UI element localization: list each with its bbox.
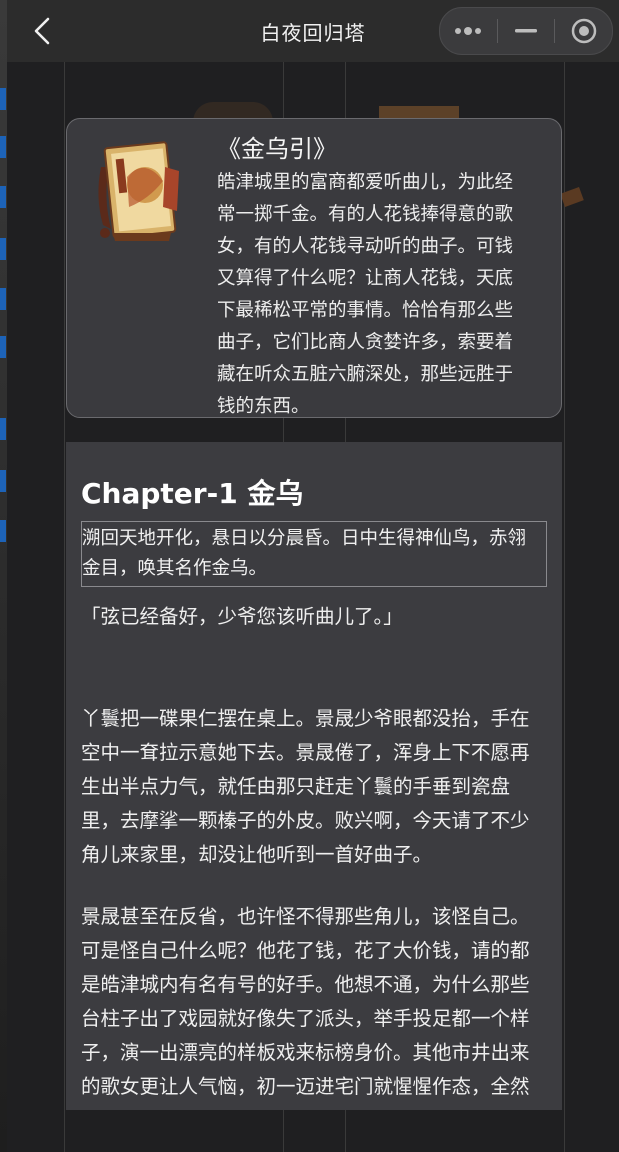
paragraph: 「弦已经备好，少爷您该听曲儿了。」: [81, 605, 403, 628]
window-controls: [439, 7, 613, 55]
book-cover-icon: [98, 141, 179, 241]
more-button[interactable]: [440, 8, 497, 54]
minimize-icon: [515, 29, 537, 33]
paragraph: 丫鬟把一碟果仁摆在桌上。景晟少爷眼都没抬，手在空中一耷拉示意她下去。景晟倦了，浑…: [81, 707, 530, 866]
title-bar: 白夜回归塔: [7, 0, 619, 62]
chapter-epigraph: 溯回天地开化，悬日以分晨昏。日中生得神仙鸟，赤翎金目，唤其名作金乌。: [81, 521, 547, 587]
page-content[interactable]: 《金乌引》 皓津城里的富商都爱听曲儿，为此经常一掷千金。有的人花钱捧得意的歌女，…: [7, 62, 619, 1152]
chapter-article: Chapter-1 金乌 溯回天地开化，悬日以分晨昏。日中生得神仙鸟，赤翎金目，…: [66, 442, 562, 1110]
close-button[interactable]: [555, 8, 612, 54]
book-title: 《金乌引》: [217, 135, 337, 163]
back-button[interactable]: [25, 14, 59, 48]
desktop-edge-strip: [0, 0, 7, 1152]
book-description: 皓津城里的富商都爱听曲儿，为此经常一掷千金。有的人花钱捧得意的歌女，有的人花钱寻…: [217, 172, 514, 417]
minimize-button[interactable]: [498, 8, 555, 54]
back-arrow-icon: [34, 17, 50, 45]
more-dots-icon: [455, 27, 482, 35]
story-intro-card: 《金乌引》 皓津城里的富商都爱听曲儿，为此经常一掷千金。有的人花钱捧得意的歌女，…: [66, 118, 562, 418]
window-title: 白夜回归塔: [260, 20, 366, 45]
paragraph: 景晟甚至在反省，也许怪不得那些角儿，该怪自己。可是怪自己什么呢？他花了钱，花了大…: [81, 905, 530, 1110]
target-circle-icon: [571, 18, 596, 44]
chapter-title: Chapter-1 金乌: [81, 477, 304, 510]
